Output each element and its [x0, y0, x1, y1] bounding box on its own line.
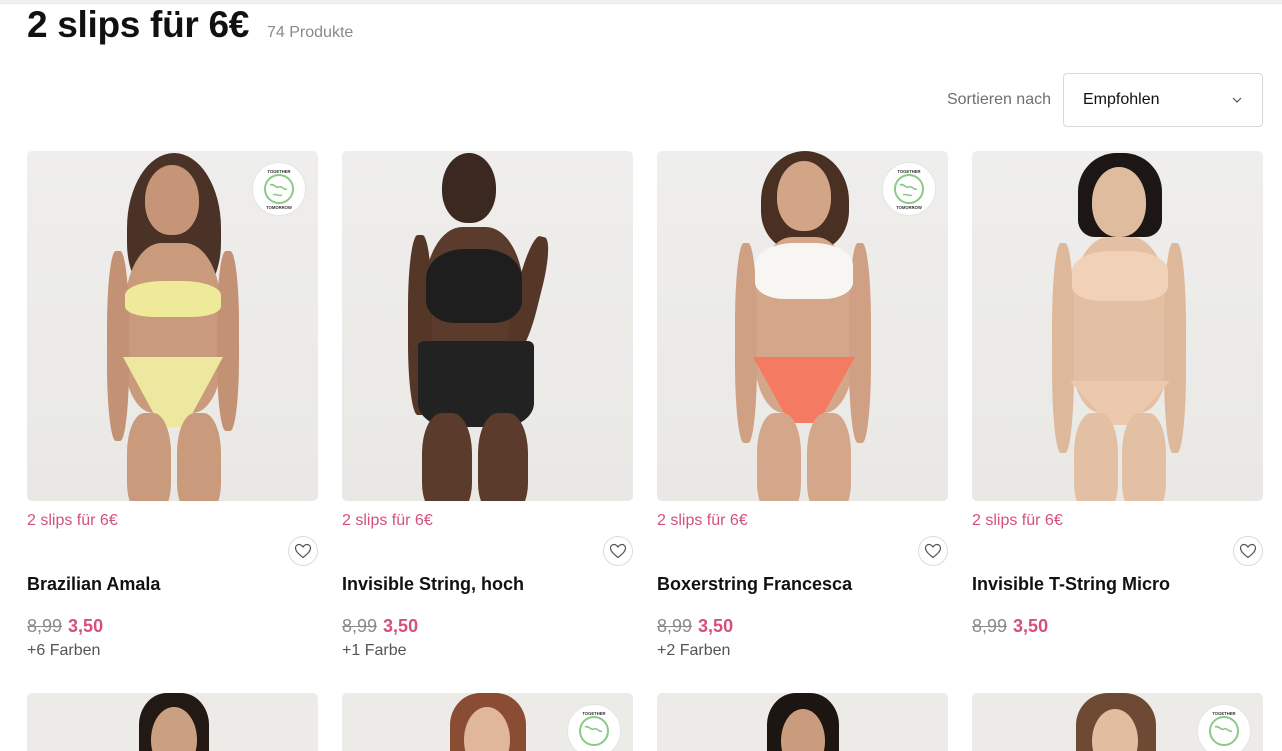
product-card[interactable]: TOGETHER TOMORROW 2 slips für 6€ Boxerst…: [657, 151, 948, 662]
page-title: 2 slips für 6€: [27, 4, 250, 45]
original-price: 8,99: [27, 616, 63, 636]
price-row: 8,99 3,50: [27, 616, 318, 638]
original-price: 8,99: [342, 616, 378, 636]
product-grid-row-2: TOGETHER TOGETHER: [27, 693, 1263, 751]
together-tomorrow-badge: TOGETHER TOMORROW: [252, 162, 306, 216]
wishlist-button[interactable]: [918, 536, 948, 566]
badge-top-text: TOGETHER: [1212, 711, 1235, 716]
badge-top-text: TOGETHER: [897, 169, 920, 174]
product-image[interactable]: TOGETHER TOMORROW: [27, 151, 318, 501]
globe-icon: TOGETHER TOMORROW: [264, 169, 294, 210]
product-image[interactable]: [972, 151, 1263, 501]
product-name[interactable]: Invisible String, hoch: [342, 574, 633, 596]
promo-label[interactable]: 2 slips für 6€: [342, 512, 633, 532]
product-image[interactable]: TOGETHER: [972, 693, 1263, 751]
original-price: 8,99: [657, 616, 693, 636]
sort-label: Sortieren nach: [946, 91, 1051, 108]
price-row: 8,99 3,50: [342, 616, 633, 638]
product-image[interactable]: [657, 693, 948, 751]
together-tomorrow-badge: TOGETHER TOMORROW: [882, 162, 936, 216]
product-image[interactable]: TOGETHER: [342, 693, 633, 751]
sale-price: 3,50: [383, 616, 419, 636]
globe-icon: TOGETHER TOMORROW: [894, 169, 924, 210]
chevron-down-icon: [1232, 97, 1242, 103]
heart-icon: [294, 543, 312, 559]
sale-price: 3,50: [1013, 616, 1049, 636]
promo-label[interactable]: 2 slips für 6€: [657, 512, 948, 532]
heart-icon: [924, 543, 942, 559]
badge-bottom-text: TOMORROW: [266, 205, 292, 210]
promo-label[interactable]: 2 slips für 6€: [972, 512, 1263, 532]
price-row: 8,99 3,50: [972, 616, 1263, 638]
sort-dropdown[interactable]: Empfohlen: [1063, 73, 1263, 127]
product-count: 74 Produkte: [267, 24, 354, 41]
product-name[interactable]: Brazilian Amala: [27, 574, 318, 596]
product-card[interactable]: 2 slips für 6€ Invisible String, hoch 8,…: [342, 151, 633, 662]
page-header: 2 slips für 6€ 74 Produkte: [27, 2, 353, 48]
badge-top-text: TOGETHER: [267, 169, 290, 174]
promo-label[interactable]: 2 slips für 6€: [27, 512, 318, 532]
badge-bottom-text: TOMORROW: [896, 205, 922, 210]
product-name[interactable]: Boxerstring Francesca: [657, 574, 948, 596]
color-count[interactable]: +6 Farben: [27, 642, 318, 662]
color-count[interactable]: [972, 642, 1263, 662]
wishlist-button[interactable]: [288, 536, 318, 566]
globe-icon: TOGETHER: [1209, 711, 1239, 746]
globe-icon: TOGETHER: [579, 711, 609, 746]
color-count[interactable]: +1 Farbe: [342, 642, 633, 662]
original-price: 8,99: [972, 616, 1008, 636]
product-card[interactable]: TOGETHER TOMORROW 2 slips für 6€ Brazili…: [27, 151, 318, 662]
product-image[interactable]: [342, 151, 633, 501]
product-card[interactable]: 2 slips für 6€ Invisible T-String Micro …: [972, 151, 1263, 662]
together-tomorrow-badge: TOGETHER: [1197, 704, 1251, 751]
heart-icon: [1239, 543, 1257, 559]
heart-icon: [609, 543, 627, 559]
product-name[interactable]: Invisible T-String Micro: [972, 574, 1263, 596]
badge-top-text: TOGETHER: [582, 711, 605, 716]
color-count[interactable]: +2 Farben: [657, 642, 948, 662]
sort-bar: Sortieren nach Empfohlen: [947, 73, 1263, 127]
sale-price: 3,50: [698, 616, 734, 636]
price-row: 8,99 3,50: [657, 616, 948, 638]
sale-price: 3,50: [68, 616, 104, 636]
wishlist-button[interactable]: [1233, 536, 1263, 566]
product-grid: TOGETHER TOMORROW 2 slips für 6€ Brazili…: [27, 151, 1263, 662]
product-image[interactable]: TOGETHER TOMORROW: [657, 151, 948, 501]
wishlist-button[interactable]: [603, 536, 633, 566]
sort-selected-value: Empfohlen: [1083, 91, 1160, 108]
together-tomorrow-badge: TOGETHER: [567, 704, 621, 751]
product-image[interactable]: [27, 693, 318, 751]
